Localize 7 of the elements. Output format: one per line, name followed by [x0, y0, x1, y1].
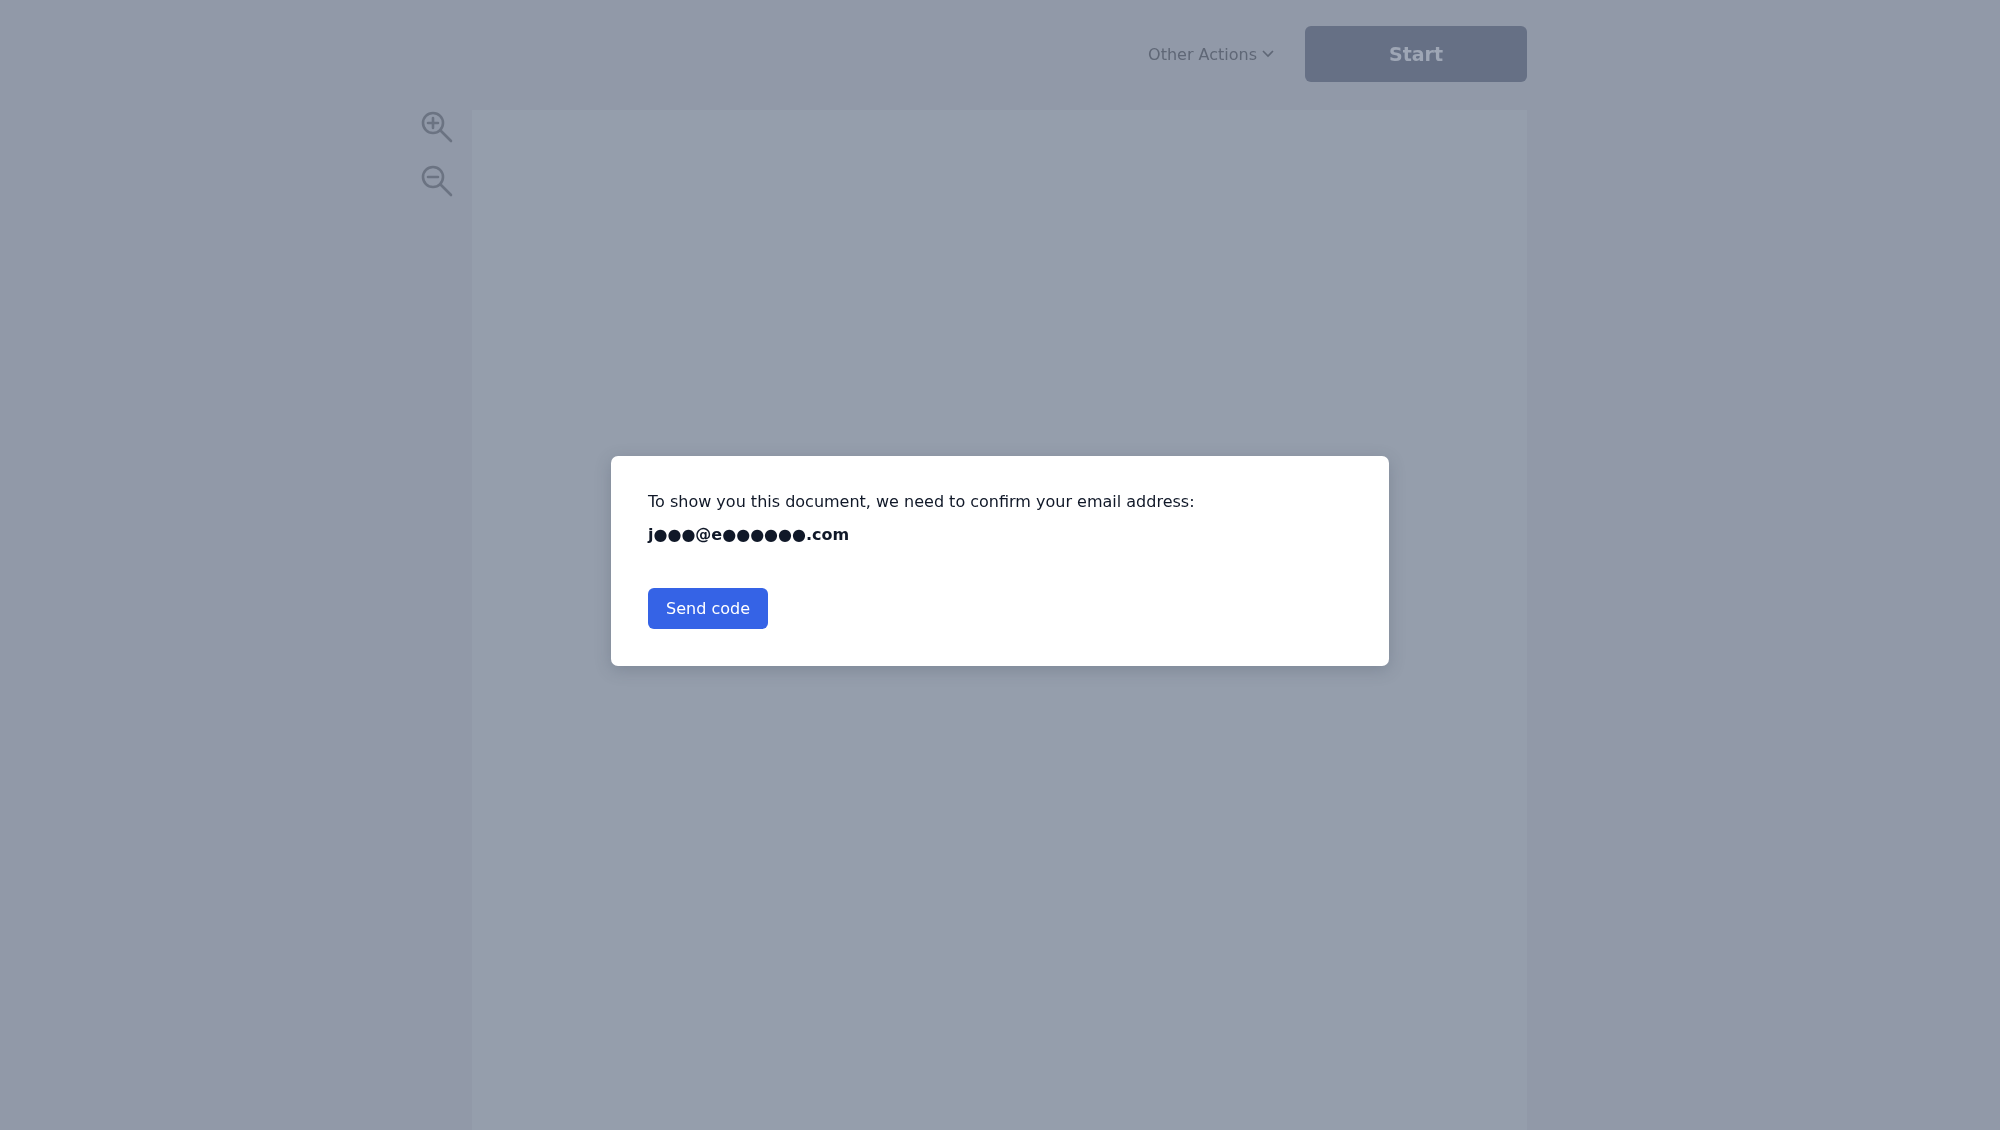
start-button[interactable]: Start [1305, 26, 1527, 82]
send-code-button[interactable]: Send code [648, 588, 768, 629]
chevron-down-icon [1261, 49, 1275, 59]
zoom-out-icon[interactable] [420, 164, 454, 198]
masked-email: j●●●@e●●●●●●.com [648, 525, 851, 544]
zoom-in-icon[interactable] [420, 110, 454, 144]
dialog-message: To show you this document, we need to confirm your email address: [648, 492, 1196, 511]
